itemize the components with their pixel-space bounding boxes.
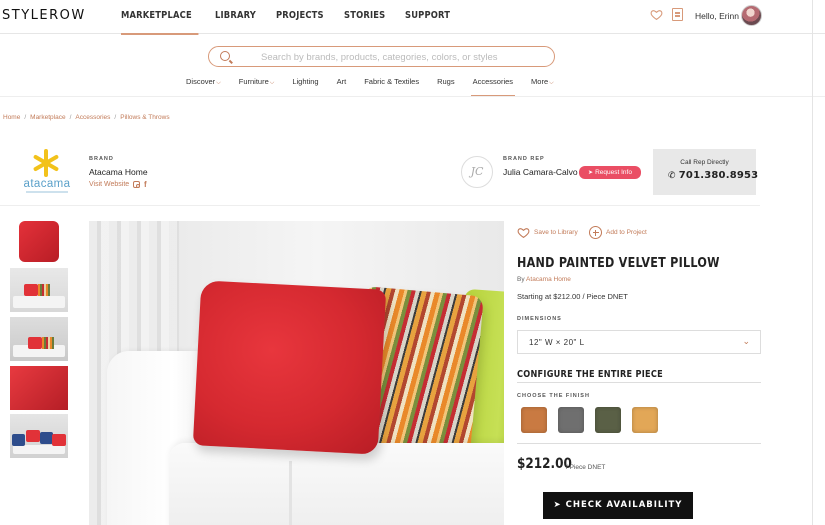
thumbnail-3[interactable] — [10, 317, 68, 361]
brand-logo-text: atacama — [23, 178, 71, 190]
chevron-down-icon: ⌵ — [269, 80, 275, 86]
heart-icon[interactable] — [650, 8, 663, 21]
category-nav: Discover⌵ Furniture⌵ Lighting Art Fabric… — [186, 77, 554, 97]
nav-stories[interactable]: STORIES — [344, 10, 385, 21]
breadcrumb-accessories[interactable]: Accessories — [75, 114, 110, 121]
thumbnail-4[interactable] — [10, 366, 68, 410]
thumbnail-1[interactable] — [10, 219, 68, 263]
nav-support[interactable]: SUPPORT — [405, 10, 450, 21]
nav-marketplace[interactable]: MARKETPLACE — [121, 10, 200, 35]
brand-star-icon — [32, 149, 60, 177]
product-main-image[interactable] — [89, 221, 504, 525]
stylerow-logo[interactable]: STYLEROW — [2, 8, 86, 23]
instagram-icon[interactable] — [133, 181, 140, 188]
product-by-line: By Atacama Home — [517, 276, 571, 283]
page-edge — [812, 0, 813, 525]
product-price: $212.00 — [517, 456, 572, 472]
product-brand-link[interactable]: Atacama Home — [526, 276, 571, 283]
finish-label: CHOOSE THE FINISH — [517, 393, 590, 399]
configure-title: CONFIGURE THE ENTIRE PIECE — [517, 369, 663, 380]
top-bar: STYLEROW MARKETPLACE LIBRARY PROJECTS ST… — [0, 0, 825, 35]
breadcrumb-pillows-throws[interactable]: Pillows & Throws — [120, 114, 169, 121]
chevron-down-icon: ⌄ — [742, 336, 750, 346]
check-availability-button[interactable]: ➤ CHECK AVAILABILITY — [543, 492, 693, 519]
category-accessories[interactable]: Accessories — [470, 77, 516, 97]
call-label: Call Rep Directly — [680, 159, 729, 166]
chevron-down-icon: ⌵ — [549, 80, 554, 86]
call-rep-box: Call Rep Directly ✆ 701.380.8953 — [653, 149, 758, 195]
plus-icon[interactable] — [589, 226, 602, 239]
category-art[interactable]: Art — [337, 77, 347, 87]
starting-price: Starting at $212.00 / Piece DNET — [517, 292, 628, 301]
add-to-project-link[interactable]: Add to Project — [606, 229, 647, 236]
heart-icon[interactable] — [517, 226, 530, 239]
request-info-button[interactable]: ➤ Request Info — [579, 166, 641, 179]
finish-swatch-mustard[interactable] — [632, 407, 658, 433]
brand-caption: BRAND — [89, 156, 114, 162]
rep-avatar: JC — [461, 156, 493, 188]
category-rugs[interactable]: Rugs — [437, 77, 455, 87]
user-avatar[interactable] — [741, 5, 762, 26]
visit-website-link[interactable]: Visit Website — [89, 181, 129, 188]
category-fabric-textiles[interactable]: Fabric & Textiles — [364, 77, 419, 87]
dimensions-label: DIMENSIONS — [517, 316, 562, 322]
breadcrumb-marketplace[interactable]: Marketplace — [30, 114, 65, 121]
brand-name[interactable]: Atacama Home — [89, 167, 148, 177]
category-more[interactable]: More⌵ — [531, 77, 554, 87]
user-greeting[interactable]: Hello, Erinn — [695, 11, 739, 21]
brand-logo[interactable]: atacama — [18, 149, 76, 195]
top-nav: MARKETPLACE LIBRARY PROJECTS STORIES SUP… — [121, 10, 457, 35]
price-unit: / Piece DNET — [566, 464, 606, 471]
document-icon[interactable] — [672, 8, 683, 21]
finish-swatch-olive[interactable] — [595, 407, 621, 433]
breadcrumb-home[interactable]: Home — [3, 114, 20, 121]
thumbnail-5[interactable] — [10, 414, 68, 458]
dimensions-select[interactable]: 12" W × 20" L ⌄ — [517, 330, 761, 354]
nav-projects[interactable]: PROJECTS — [276, 10, 324, 21]
thumbnail-2[interactable] — [10, 268, 68, 312]
breadcrumb: Home / Marketplace / Accessories / Pillows & T… — [3, 114, 170, 121]
divider — [517, 382, 761, 383]
send-icon: ➤ — [553, 500, 566, 510]
rep-name: Julia Camara-Calvo — [503, 167, 578, 177]
call-number[interactable]: ✆ 701.380.8953 — [668, 170, 758, 181]
search-input[interactable] — [261, 50, 541, 64]
search-icon[interactable] — [220, 51, 230, 61]
search-bar — [208, 46, 555, 67]
divider — [517, 443, 761, 444]
divider — [0, 205, 760, 206]
divider — [0, 96, 825, 97]
finish-swatch-grey[interactable] — [558, 407, 584, 433]
dimensions-value: 12" W × 20" L — [529, 338, 585, 347]
category-discover[interactable]: Discover⌵ — [186, 77, 221, 87]
product-title: HAND PAINTED VELVET PILLOW — [517, 256, 720, 271]
send-icon: ➤ — [588, 170, 594, 176]
finish-swatch-rust[interactable] — [521, 407, 547, 433]
chevron-down-icon: ⌵ — [216, 80, 221, 86]
save-to-library-link[interactable]: Save to Library — [534, 229, 578, 236]
category-lighting[interactable]: Lighting — [292, 77, 318, 87]
phone-icon: ✆ — [668, 171, 676, 181]
category-furniture[interactable]: Furniture⌵ — [239, 77, 275, 87]
rep-caption: BRAND REP — [503, 156, 545, 162]
nav-library[interactable]: LIBRARY — [215, 10, 256, 21]
facebook-icon[interactable]: f — [144, 180, 147, 189]
